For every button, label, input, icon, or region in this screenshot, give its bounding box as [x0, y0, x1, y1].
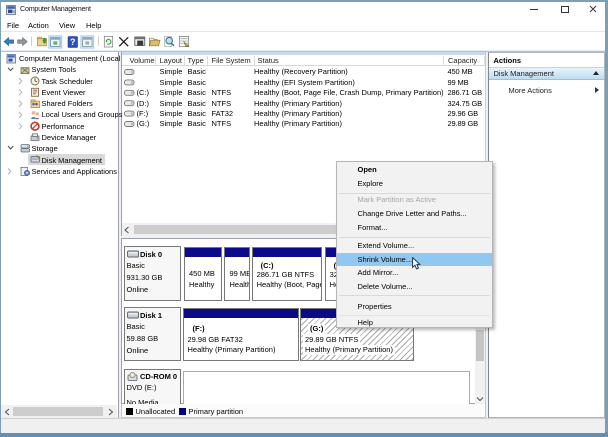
svg-text:?: ? [70, 37, 76, 47]
